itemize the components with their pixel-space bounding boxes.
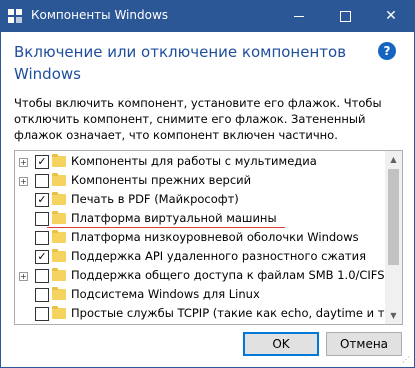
folder-icon [52,230,66,243]
close-icon: ✕ [385,8,397,24]
feature-label: Компоненты для работы с мультимедиа [71,154,317,168]
feature-label: Платформа виртуальной машины [71,211,277,225]
folder-icon [52,287,66,300]
feature-checkbox[interactable] [35,288,49,302]
expand-icon[interactable]: + [19,272,28,281]
features-tree[interactable]: + ✓ Компоненты для работы с мультимедиа + Ко… [14,150,403,325]
instructions-text: Чтобы включить компонент, установите его… [14,96,382,142]
feature-checkbox[interactable] [35,231,49,245]
feature-row[interactable]: + ✓ Компоненты для работы с мультимедиа [15,153,385,172]
feature-label: Подсистема Windows для Linux [71,287,260,301]
help-icon[interactable]: ? [378,42,396,60]
feature-label: Поддержка общего доступа к файлам SMB 1.… [71,268,385,282]
windows-features-icon [8,9,22,23]
folder-icon [52,173,66,186]
scroll-thumb[interactable] [388,169,399,265]
minimize-icon [294,16,304,17]
maximize-icon [340,11,351,22]
ok-button[interactable]: OK [243,332,319,356]
expand-icon[interactable]: + [19,177,28,186]
feature-checkbox[interactable] [35,269,49,283]
dialog-content: Включение или отключение компонентов Win… [1,32,414,367]
feature-checkbox[interactable]: ✓ [35,250,49,264]
feature-row[interactable]: Платформа виртуальной машины [15,210,385,229]
title-bar[interactable]: Компоненты Windows ✕ [1,1,414,32]
minimize-button[interactable] [276,1,322,32]
window-title: Компоненты Windows [31,8,169,22]
feature-row[interactable]: Подсистема Windows для Linux [15,286,385,305]
feature-checkbox[interactable] [35,212,49,226]
feature-label: Простые службы TCPIP (такие как echo, da… [71,306,403,320]
feature-checkbox[interactable] [35,174,49,188]
feature-row[interactable]: ✓ Поддержка API удаленного разностного сж… [15,248,385,267]
resize-grip-icon[interactable]: ⋰ [402,355,412,365]
folder-icon [52,154,66,167]
folder-icon [52,268,66,281]
highlight-underline [47,227,285,228]
feature-label: Платформа низкоуровневой оболочки Window… [71,230,359,244]
components-window: Компоненты Windows ✕ Включение или отклю… [0,0,415,368]
feature-row[interactable]: +Сервер очереди сообщений Майкрософт (MS… [15,324,385,325]
scroll-down-arrow-icon[interactable]: ▼ [385,307,402,324]
feature-label: Компоненты прежних версий [71,173,252,187]
folder-icon [52,211,66,224]
feature-row[interactable]: Платформа низкоуровневой оболочки Window… [15,229,385,248]
feature-label: Поддержка API удаленного разностного сжа… [71,249,367,263]
feature-checkbox[interactable]: ✓ [35,155,49,169]
folder-icon [52,249,66,262]
feature-row[interactable]: + Поддержка общего доступа к файлам SMB 1… [15,267,385,286]
feature-row[interactable]: ✓ Печать в PDF (Майкрософт) [15,191,385,210]
maximize-button[interactable] [322,1,368,32]
vertical-scrollbar[interactable]: ▲ ▼ [385,151,402,324]
feature-row[interactable]: + Компоненты прежних версий [15,172,385,191]
feature-label: Печать в PDF (Майкрософт) [71,192,239,206]
cancel-button[interactable]: Отмена [326,332,402,356]
feature-checkbox[interactable]: ✓ [35,193,49,207]
expand-icon[interactable]: + [19,158,28,167]
scroll-up-arrow-icon[interactable]: ▲ [385,151,402,168]
page-title: Включение или отключение компонентов Win… [14,43,347,83]
close-button[interactable]: ✕ [368,1,414,32]
folder-icon [52,306,66,319]
folder-icon [52,192,66,205]
feature-row[interactable]: Простые службы TCPIP (такие как echo, da… [15,305,402,324]
feature-checkbox[interactable] [35,307,49,321]
